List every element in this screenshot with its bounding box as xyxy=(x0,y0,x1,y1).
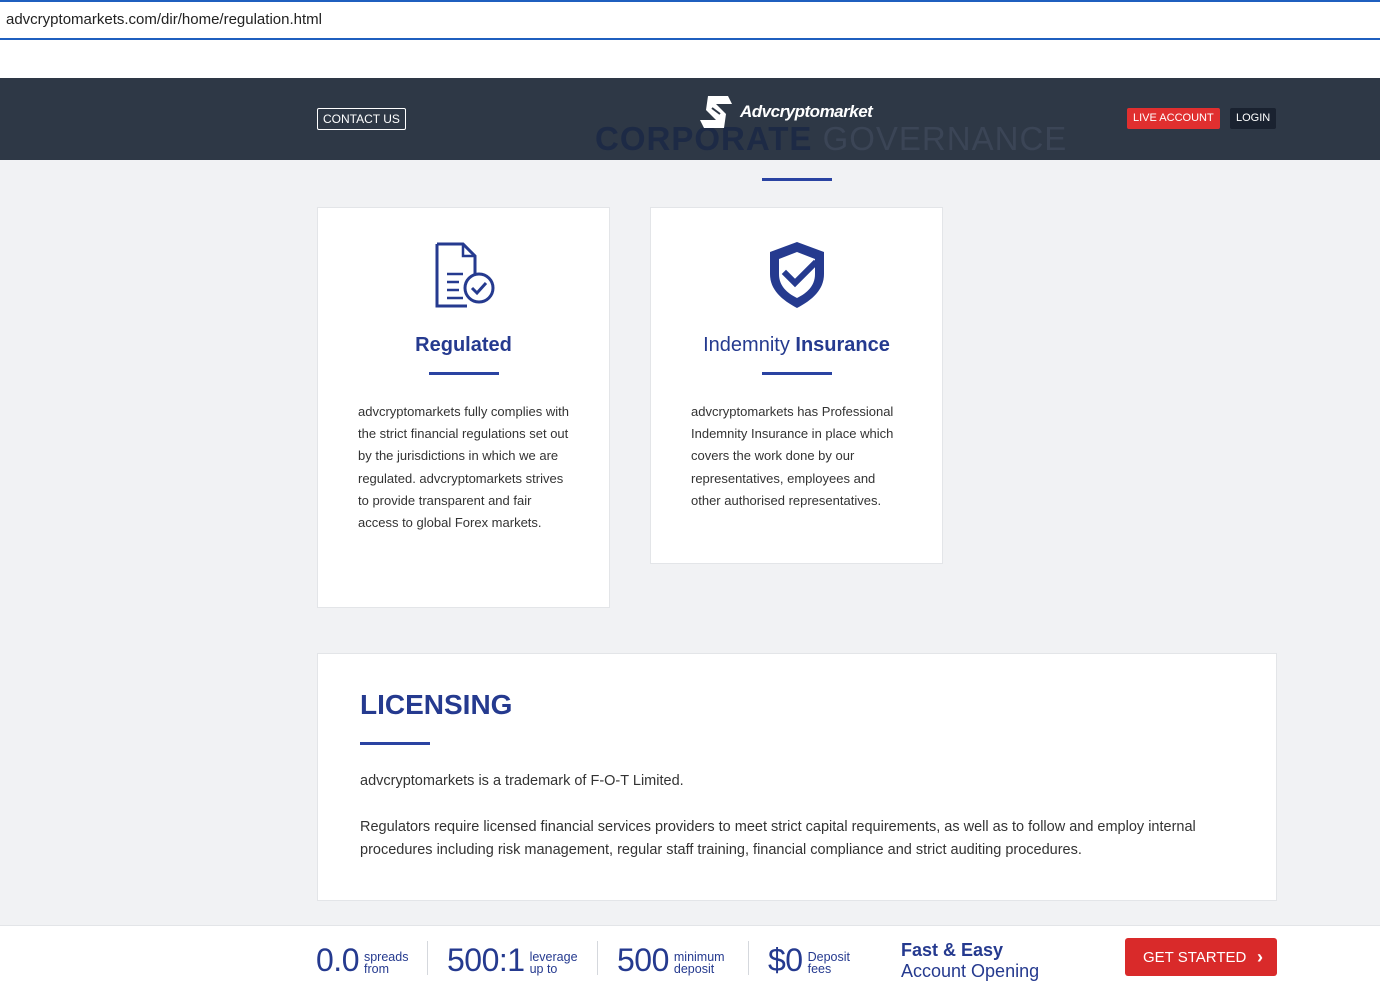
indemnity-insurance-card: Indemnity Insurance advcryptomarkets has… xyxy=(650,207,943,564)
licensing-paragraph: Regulators require licensed financial se… xyxy=(360,819,1196,858)
licensing-divider xyxy=(360,742,430,745)
page-top-spacer xyxy=(0,40,1380,78)
card-text: advcryptomarkets fully complies with the… xyxy=(358,404,569,531)
regulated-card: Regulated advcryptomarkets fully complie… xyxy=(317,207,610,608)
stat-spreads: 0.0 spreads from xyxy=(316,942,409,978)
card-divider xyxy=(428,372,499,375)
title-divider xyxy=(762,178,832,181)
account-opening-tagline: Fast & Easy Account Opening xyxy=(901,940,1040,981)
stat-divider xyxy=(597,941,598,975)
address-bar[interactable]: advcryptomarkets.com/dir/home/regulation… xyxy=(0,0,1380,40)
live-account-button[interactable]: LIVE ACCOUNT xyxy=(1127,108,1220,129)
site-header: CORPORATE GOVERNANCE CONTACT US Advcrypt… xyxy=(0,78,1380,160)
login-button[interactable]: LOGIN xyxy=(1230,108,1277,129)
shield-check-icon xyxy=(769,242,824,308)
logo-icon xyxy=(700,96,732,128)
stat-divider xyxy=(748,941,749,975)
stat-leverage: 500:1 leverage up to xyxy=(447,942,578,978)
stat-deposit-fees: $0 Deposit fees xyxy=(768,942,850,978)
card-text: advcryptomarkets has Professional Indemn… xyxy=(691,404,894,508)
chevron-right-icon: › xyxy=(1257,947,1263,967)
site-logo[interactable]: Advcryptomarket xyxy=(698,92,873,132)
stat-minimum-deposit: 500 minimum deposit xyxy=(617,942,725,978)
licensing-paragraph: advcryptomarkets is a trademark of F-O-T… xyxy=(360,773,684,789)
card-divider xyxy=(761,372,832,375)
url-text[interactable]: advcryptomarkets.com/dir/home/regulation… xyxy=(6,11,322,28)
get-started-button[interactable]: GET STARTED › xyxy=(1125,938,1277,976)
licensing-title: LICENSING xyxy=(360,689,513,720)
stat-divider xyxy=(427,941,428,975)
licensing-section: LICENSING advcryptomarkets is a trademar… xyxy=(317,653,1277,901)
card-title: Regulated xyxy=(415,334,512,356)
document-check-icon xyxy=(435,242,494,308)
logo-text: Advcryptomarket xyxy=(740,102,873,121)
contact-us-button[interactable]: CONTACT US xyxy=(317,108,406,130)
card-title: Indemnity Insurance xyxy=(703,334,890,356)
bottom-promo-bar: 0.0 spreads from 500:1 leverage up to 500 … xyxy=(0,925,1380,985)
